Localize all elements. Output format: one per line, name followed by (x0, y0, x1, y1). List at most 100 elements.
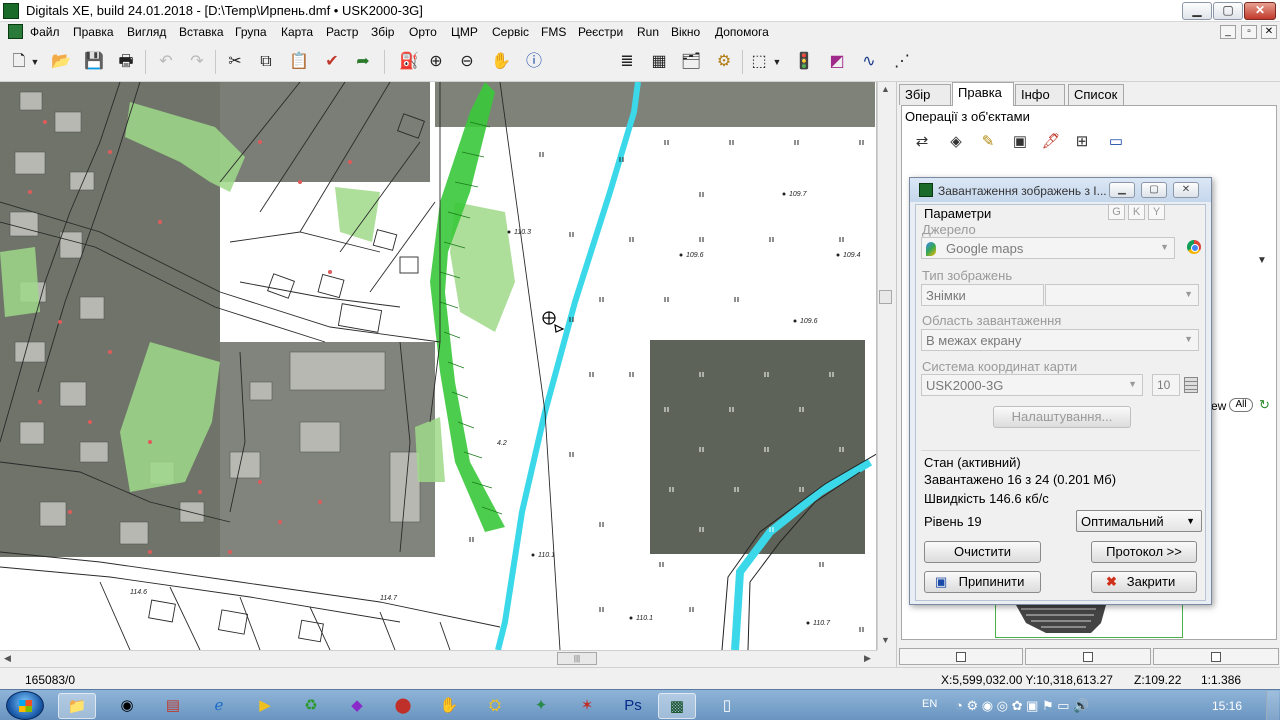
menu-edit[interactable]: Правка (73, 25, 114, 39)
dialog-minimize-button[interactable]: ▁ (1109, 182, 1135, 198)
zoom-in-icon[interactable]: ⊕ (425, 51, 447, 73)
undo-icon[interactable]: ↶ (155, 51, 177, 73)
refresh-icon[interactable]: ↻ (1259, 397, 1270, 413)
maximize-button[interactable]: ▢ (1213, 2, 1243, 20)
tools-icon[interactable]: ✋ (430, 693, 468, 719)
panel-dropdown-arrow-icon[interactable]: ▼ (1257, 255, 1267, 266)
ie-icon[interactable]: ℯ (200, 693, 238, 719)
mdi-restore-button[interactable]: ▫ (1241, 25, 1257, 39)
settings-button[interactable]: Налаштування... (993, 406, 1131, 428)
dialog-restore-button[interactable]: ▢ (1141, 182, 1167, 198)
zoom-out-icon[interactable]: ⊖ (456, 51, 478, 73)
panel-full-button[interactable] (1153, 648, 1279, 665)
chrome-icon[interactable] (1187, 240, 1201, 254)
close-button[interactable]: ✕ (1244, 2, 1276, 20)
vertex-edit-icon[interactable]: ◈ (945, 132, 967, 152)
info-icon[interactable]: ⓘ (523, 51, 545, 73)
paste-icon[interactable]: 📋 (288, 51, 310, 73)
scroll-right-arrow-icon[interactable]: ▶ (864, 653, 871, 664)
menu-registers[interactable]: Реєстри (578, 25, 623, 39)
line-style-icon[interactable]: ▭ (1105, 132, 1127, 152)
cut-icon[interactable]: ✂ (224, 51, 246, 73)
vertical-scroll-thumb[interactable] (879, 290, 892, 304)
new-document-icon[interactable]: 🗋 (8, 51, 30, 73)
new-dropdown-icon[interactable]: ▼ (28, 51, 42, 73)
clear-button[interactable]: Очистити (924, 541, 1041, 563)
measure-icon[interactable]: ⋰ (891, 51, 913, 73)
select-dropdown-icon[interactable]: ▼ (770, 51, 784, 73)
print-icon[interactable]: 🖶 (115, 51, 137, 73)
clock[interactable]: 15:16 (1198, 699, 1256, 713)
notepad-icon[interactable]: ▯ (708, 693, 746, 719)
mdi-minimize-button[interactable]: _ (1220, 25, 1236, 39)
menu-view[interactable]: Вигляд (127, 25, 166, 39)
mdi-close-button[interactable]: ✕ (1261, 25, 1277, 39)
panel-view-button[interactable] (899, 648, 1023, 665)
ball-icon[interactable]: ⬤ (384, 693, 422, 719)
menu-map[interactable]: Карта (281, 25, 313, 39)
gis-icon[interactable]: ◆ (338, 693, 376, 719)
start-button[interactable] (6, 691, 44, 720)
map-canvas[interactable]: 110.3 109.7 109.6 109.4 109.6 110.1 110.… (0, 82, 877, 650)
scroll-up-arrow-icon[interactable]: ▲ (881, 84, 890, 94)
area-select[interactable]: В межах екрану ▼ (921, 329, 1199, 351)
refresh-arrow-icon[interactable]: ➦ (352, 51, 374, 73)
tab-edit[interactable]: Правка (952, 82, 1014, 106)
menu-window[interactable]: Вікно (671, 25, 700, 39)
pencil-icon[interactable]: ✎ (977, 132, 999, 152)
dialog-close-button[interactable]: ✕ (1173, 182, 1199, 198)
pan-hand-icon[interactable]: ✋ (490, 51, 512, 73)
source-select[interactable]: Google maps ▼ (921, 237, 1175, 259)
add-node-icon[interactable]: ⊞ (1071, 132, 1093, 152)
select-object-icon[interactable]: ⬚ (748, 51, 770, 73)
menu-raster[interactable]: Растр (326, 25, 358, 39)
y-button[interactable]: Y (1148, 204, 1165, 220)
open-folder-icon[interactable]: 📂 (50, 51, 72, 73)
redo-icon[interactable]: ↷ (186, 51, 208, 73)
coord-system-select[interactable]: USK2000-3G ▼ (921, 374, 1143, 396)
quality-select[interactable]: Оптимальний ▼ (1076, 510, 1202, 532)
menu-file[interactable]: Файл (30, 25, 60, 39)
dialog-close-action-button[interactable]: ✖ Закрити (1091, 571, 1197, 593)
menu-dem[interactable]: ЦМР (451, 25, 478, 39)
media-icon[interactable]: ▶ (246, 693, 284, 719)
group-objects-icon[interactable]: ▣ (1009, 132, 1031, 152)
language-indicator[interactable]: EN (922, 698, 937, 710)
minimize-button[interactable]: ▁ (1182, 2, 1212, 20)
check-icon[interactable]: ✔ (321, 51, 343, 73)
calculator-icon[interactable] (1184, 377, 1198, 393)
k-button[interactable]: K (1128, 204, 1145, 220)
swap-arrows-icon[interactable]: ⇄ (911, 132, 933, 152)
table-icon[interactable]: ▦ (648, 51, 670, 73)
image-type-select[interactable]: Знімки (921, 284, 1044, 306)
tab-list[interactable]: Список (1068, 84, 1124, 105)
menu-collect[interactable]: Збір (371, 25, 394, 39)
recycle-icon[interactable]: ♻ (292, 693, 330, 719)
all-button[interactable]: All (1229, 398, 1253, 412)
stop-button[interactable]: ▣ Припинити (924, 571, 1041, 593)
globe-icon[interactable]: ✦ (522, 693, 560, 719)
copy-icon[interactable]: ⧉ (255, 51, 277, 73)
curve-icon[interactable]: ∿ (858, 51, 880, 73)
menu-run[interactable]: Run (637, 25, 659, 39)
menu-group[interactable]: Група (235, 25, 267, 39)
properties-icon[interactable]: 🗂 (680, 51, 702, 73)
save-icon[interactable]: 💾 (83, 51, 105, 73)
panel-split-button[interactable] (1025, 648, 1151, 665)
map-icon[interactable]: ⛭ (476, 693, 514, 719)
menu-ortho[interactable]: Орто (409, 25, 437, 39)
traffic-light-icon[interactable]: 🚦 (793, 51, 815, 73)
settings-tools-icon[interactable]: ⚙ (713, 51, 735, 73)
explorer-icon[interactable]: 📁 (58, 693, 96, 719)
tab-info[interactable]: Інфо (1015, 84, 1065, 105)
horizontal-scroll-thumb[interactable]: ||| (557, 652, 597, 665)
g-button[interactable]: G (1108, 204, 1125, 220)
map-vertical-scrollbar[interactable]: ▲ ▼ (877, 82, 894, 650)
satellite-icon[interactable]: ✶ (568, 693, 606, 719)
show-desktop-button[interactable] (1266, 691, 1279, 720)
zone-input[interactable]: 10 (1152, 374, 1180, 396)
menu-fms[interactable]: FMS (541, 25, 566, 39)
digitals-icon[interactable]: ▩ (658, 693, 696, 719)
image-subtype-select[interactable]: ▼ (1045, 284, 1199, 306)
raster-icon[interactable]: ◩ (826, 51, 848, 73)
